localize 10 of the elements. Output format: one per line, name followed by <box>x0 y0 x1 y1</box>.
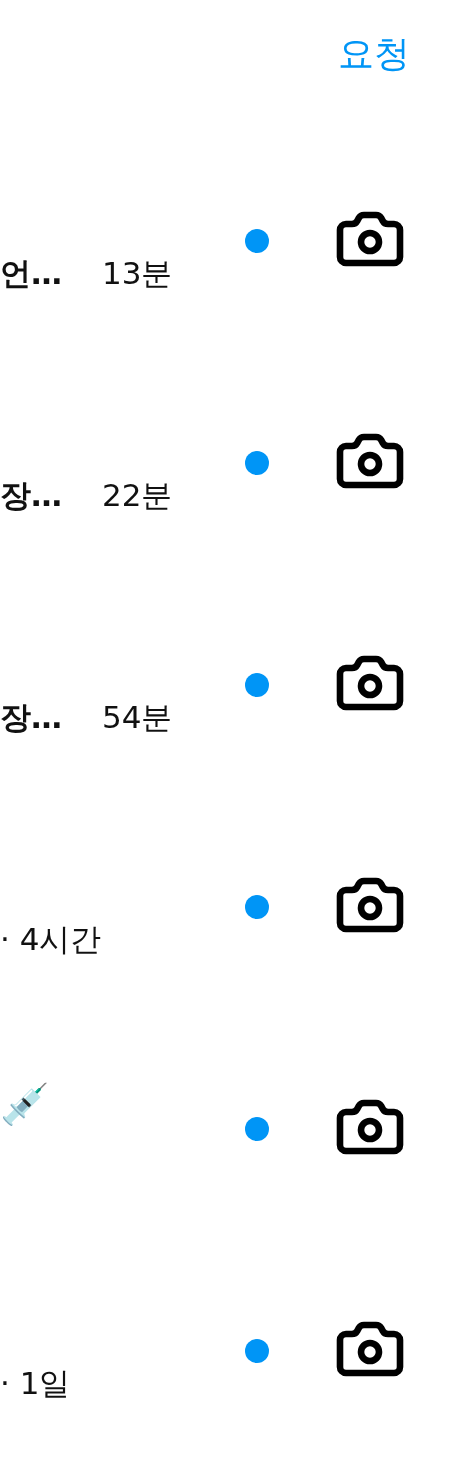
message-time: · 1일 <box>0 1364 71 1403</box>
message-time: 13분 <box>102 254 173 293</box>
message-preview: 장… <box>0 698 62 737</box>
sender-name: 💉 <box>0 1080 50 1129</box>
message-preview: 장… <box>0 476 62 515</box>
requests-link[interactable]: 요청 <box>338 30 410 79</box>
message-time: 54분 <box>102 698 173 737</box>
message-time: · 4시간 <box>0 920 102 959</box>
message-time: 22분 <box>102 476 173 515</box>
message-preview: 언… <box>0 254 62 293</box>
